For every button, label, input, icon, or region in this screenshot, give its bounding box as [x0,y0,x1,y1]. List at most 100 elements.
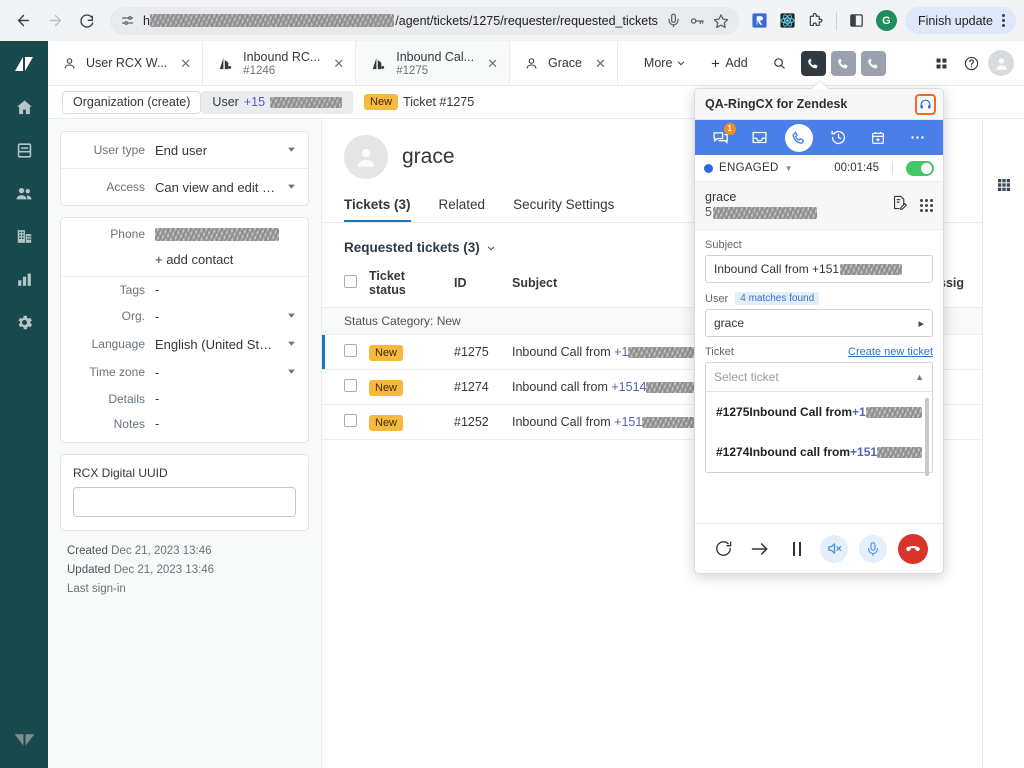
tab-user-rcx-w[interactable]: User RCX W... ✕ [48,41,203,85]
subject-input[interactable]: Inbound Call from +151 [705,255,933,283]
sidebar-item-home[interactable] [0,86,48,129]
nav-history-icon[interactable] [825,124,853,152]
redacted-caller-number [713,207,817,219]
chevron-down-icon[interactable] [287,307,296,325]
chevron-down-icon[interactable] [287,335,296,353]
ticket-option-1275[interactable]: #1275 Inbound Call from +1 [706,392,932,432]
field-notes[interactable]: Notes - [61,411,308,442]
extension-atom-icon[interactable] [775,8,801,34]
sidebar-item-organizations[interactable] [0,215,48,258]
chevron-down-icon[interactable] [287,363,296,381]
record-refresh-icon[interactable] [710,536,736,562]
ringcx-nav: 1 [695,120,943,155]
browser-back-button[interactable] [8,6,38,36]
field-language[interactable]: Language English (United States) [61,330,308,358]
help-icon[interactable] [958,50,984,76]
headset-icon[interactable] [915,94,936,115]
apps-grid-icon[interactable] [928,50,954,76]
breadcrumb-ticket[interactable]: New Ticket #1275 [353,91,485,114]
password-key-icon[interactable] [689,13,705,29]
finish-update-button[interactable]: Finish update [905,7,1016,34]
sidebar-item-customers[interactable] [0,172,48,215]
ticket-option-1274[interactable]: #1274 Inbound call from +151 [706,432,932,472]
nav-more-icon[interactable] [903,124,931,152]
uuid-input[interactable] [73,487,296,517]
chevron-down-icon[interactable] [287,178,296,196]
field-user-type[interactable]: User type End user [61,132,308,168]
split-view-icon[interactable] [844,8,870,34]
create-new-ticket-link[interactable]: Create new ticket [848,346,933,358]
nav-messages-icon[interactable]: 1 [707,124,735,152]
breadcrumb-user[interactable]: User +15 [201,91,353,114]
transfer-arrow-icon[interactable] [747,536,773,562]
nav-phone-icon[interactable] [785,124,813,152]
field-timezone[interactable]: Time zone - [61,358,308,386]
site-settings-icon[interactable] [120,13,135,28]
row-select-cell[interactable] [322,335,363,370]
call-console-button-3[interactable] [861,51,886,76]
close-icon[interactable]: ✕ [483,57,498,70]
field-access[interactable]: Access Can view and edit own tic... [61,168,308,205]
browser-reload-button[interactable] [72,6,102,36]
tab-inbound-rc-1246[interactable]: Inbound RC... #1246 ✕ [203,41,356,85]
address-bar[interactable]: h/agent/tickets/1275/requester/requested… [110,7,739,35]
options-scrollbar[interactable] [925,398,929,476]
sidebar-item-views[interactable] [0,129,48,172]
microphone-mute-icon[interactable] [859,535,887,563]
close-icon[interactable]: ✕ [176,57,191,70]
bookmark-star-icon[interactable] [713,13,729,29]
sidebar-item-reporting[interactable] [0,258,48,301]
chevron-down-icon[interactable]: ▼ [785,164,793,173]
microphone-icon[interactable] [666,13,681,28]
mute-speaker-icon[interactable] [820,535,848,563]
select-all-cell[interactable] [322,263,363,308]
row-checkbox[interactable] [344,379,357,392]
tab-inbound-cal-1275[interactable]: Inbound Cal... #1275 ✕ [356,41,510,85]
ticket-select-trigger[interactable]: Select ticket ▲ [706,363,932,391]
tab-related[interactable]: Related [439,197,486,222]
close-icon[interactable]: ✕ [329,57,344,70]
field-tags[interactable]: Tags - [61,276,308,302]
tab-tickets[interactable]: Tickets (3) [344,197,411,222]
add-tab-button[interactable]: Add [698,41,759,85]
field-org[interactable]: Org. - [61,302,308,330]
browser-menu-icon[interactable] [999,14,1008,27]
field-details[interactable]: Details - [61,386,308,411]
agent-avatar[interactable] [988,50,1014,76]
dialpad-icon[interactable] [920,199,933,212]
availability-toggle[interactable] [906,161,934,176]
row-subject-text: Inbound Call from [512,415,614,429]
finish-update-label: Finish update [918,14,993,28]
row-checkbox[interactable] [344,414,357,427]
nav-calendar-icon[interactable] [864,124,892,152]
nav-inbox-icon[interactable] [746,124,774,152]
chevron-up-icon[interactable]: ▲ [915,372,924,382]
ticket-select[interactable]: Select ticket ▲ #1275 Inbound Call from … [705,362,933,473]
sidebar-item-admin[interactable] [0,301,48,344]
add-contact-button[interactable]: + add contact [61,250,308,276]
row-checkbox[interactable] [344,344,357,357]
browser-forward-button[interactable] [40,6,70,36]
chevron-down-icon[interactable] [287,141,296,159]
row-select-cell[interactable] [322,370,363,405]
close-icon[interactable]: ✕ [591,57,606,70]
breadcrumb-organization[interactable]: Organization (create) [62,91,201,114]
breadcrumb-user-phone: +15 [244,95,265,109]
tab-grace[interactable]: Grace ✕ [510,41,618,85]
extension-react-icon[interactable] [747,8,773,34]
user-select[interactable]: grace [705,309,933,337]
notes-edit-icon[interactable] [891,194,908,216]
call-console-button-2[interactable] [831,51,856,76]
apps-grid-icon[interactable] [996,177,1012,193]
browser-profile-avatar[interactable]: G [876,10,897,31]
field-phone[interactable]: Phone [61,218,308,250]
hold-pause-icon[interactable] [784,536,810,562]
call-console-button-active[interactable] [801,51,826,76]
more-tabs-button[interactable]: More [632,41,698,85]
tab-security-settings[interactable]: Security Settings [513,197,614,222]
row-select-cell[interactable] [322,405,363,440]
hangup-button[interactable] [898,534,928,564]
extensions-puzzle-icon[interactable] [803,8,829,34]
select-all-checkbox[interactable] [344,275,357,288]
search-button[interactable] [760,41,799,85]
